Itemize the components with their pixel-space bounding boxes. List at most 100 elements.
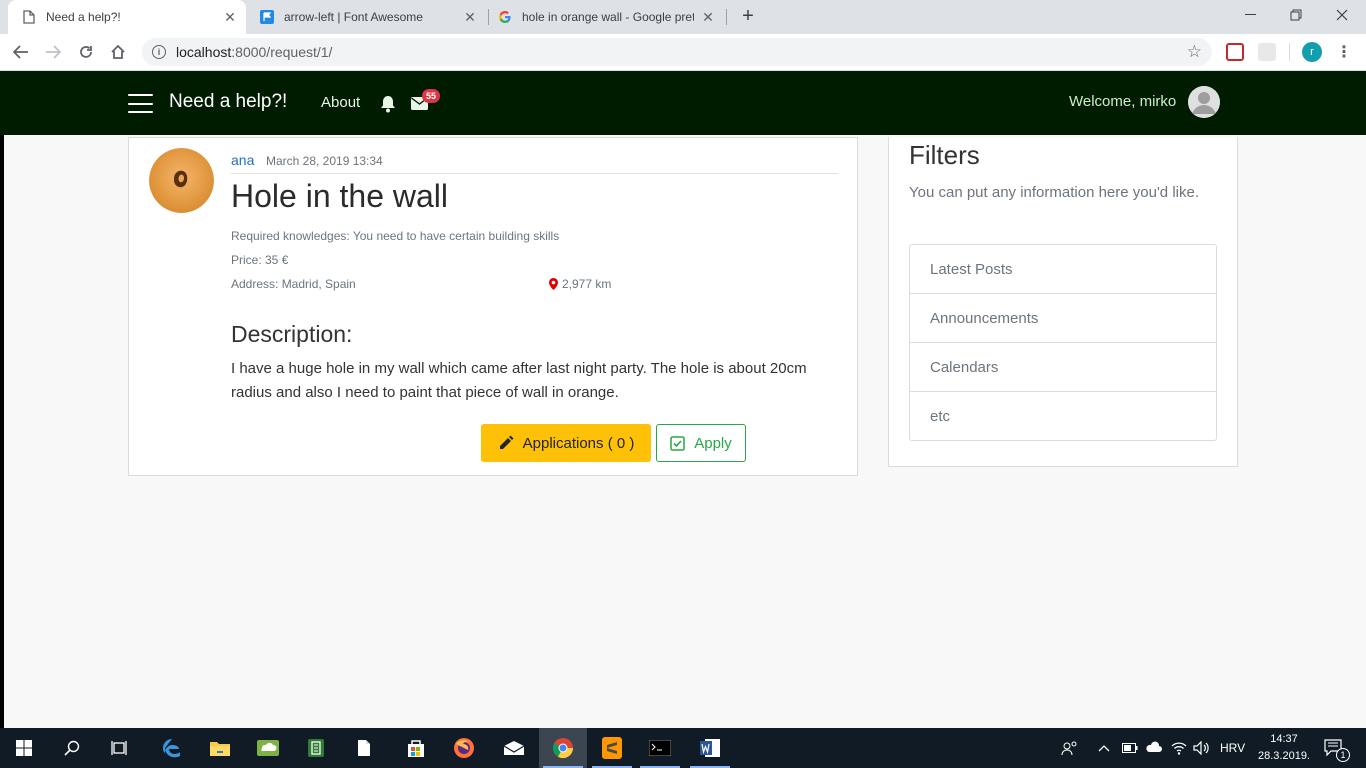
terminal-icon[interactable] <box>636 728 684 768</box>
applications-button[interactable]: Applications ( 0 ) <box>481 424 651 462</box>
action-center-icon[interactable]: 1 <box>1324 728 1350 768</box>
start-button[interactable] <box>0 728 48 768</box>
distance: 2,977 km <box>549 277 611 291</box>
sidebar-title: Filters <box>909 140 980 170</box>
page-icon <box>22 10 36 24</box>
welcome-text[interactable]: Welcome, mirko <box>1069 93 1176 110</box>
toolbar-separator <box>1289 43 1290 61</box>
edge-icon[interactable] <box>148 728 196 768</box>
bell-icon[interactable] <box>380 95 396 113</box>
extension-pocket-icon[interactable] <box>1226 43 1244 61</box>
tab-google-search[interactable]: hole in orange wall - Google pret ✕ <box>490 0 724 34</box>
google-icon <box>498 10 512 24</box>
page-content: ana March 28, 2019 13:34 Hole in the wal… <box>0 135 1366 728</box>
mail-count-badge: 55 <box>422 89 440 103</box>
browser-tab-strip: Need a help?! ✕ arrow-left | Font Awesom… <box>0 0 1366 34</box>
distance-value: 2,977 km <box>562 277 612 291</box>
window-edge <box>0 135 4 728</box>
firefox-icon[interactable] <box>440 728 488 768</box>
minimize-button[interactable] <box>1227 0 1273 30</box>
browser-menu-icon[interactable]: ⋮ <box>1336 42 1352 62</box>
home-button[interactable] <box>106 40 130 64</box>
sidebar-list: Latest Posts Announcements Calendars etc <box>909 244 1217 441</box>
mail-app-icon[interactable] <box>490 728 538 768</box>
map-marker-icon <box>549 278 558 290</box>
restore-button[interactable] <box>1273 0 1319 30</box>
notes-app-icon[interactable] <box>292 728 340 768</box>
pencil-icon <box>499 435 514 449</box>
author-link[interactable]: ana <box>231 152 254 168</box>
close-icon[interactable]: ✕ <box>222 9 238 25</box>
font-awesome-icon <box>260 10 274 24</box>
site-navbar: Need a help?! About Welcome, mirko <box>0 71 1366 135</box>
battery-icon[interactable] <box>1122 728 1138 768</box>
url-path: :8000/request/1/ <box>231 44 333 60</box>
post-title: Hole in the wall <box>231 178 448 214</box>
chrome-icon[interactable] <box>539 728 587 768</box>
close-icon[interactable]: ✕ <box>462 9 478 25</box>
user-avatar[interactable] <box>1188 86 1220 118</box>
profile-avatar[interactable]: r <box>1302 42 1322 62</box>
request-post-card: ana March 28, 2019 13:34 Hole in the wal… <box>128 137 858 476</box>
info-icon[interactable]: i <box>152 45 166 59</box>
word-icon[interactable] <box>686 728 734 768</box>
language-indicator[interactable]: HRV <box>1220 728 1245 768</box>
check-square-icon <box>670 435 685 451</box>
new-tab-button[interactable]: + <box>737 5 759 27</box>
address: Address: Madrid, Spain <box>231 277 356 291</box>
description-title: Description: <box>231 321 353 347</box>
tab-separator <box>726 9 727 25</box>
tab-title: arrow-left | Font Awesome <box>284 10 423 24</box>
site-brand[interactable]: Need a help?! <box>169 91 287 113</box>
wifi-icon[interactable] <box>1171 728 1187 768</box>
tab-title: Need a help?! <box>46 10 121 24</box>
browser-toolbar: i localhost:8000/request/1/ ☆ r ⋮ <box>0 34 1366 71</box>
apply-button[interactable]: Apply <box>656 424 746 462</box>
close-icon[interactable]: ✕ <box>700 9 716 25</box>
tab-font-awesome[interactable]: arrow-left | Font Awesome ✕ <box>250 0 486 34</box>
sidebar-item-announcements[interactable]: Announcements <box>910 294 1216 343</box>
nav-about-link[interactable]: About <box>321 94 360 111</box>
price: Price: 35 € <box>231 253 289 267</box>
extension-icon[interactable] <box>1258 43 1276 61</box>
people-icon[interactable] <box>1061 728 1079 768</box>
sidebar-item-etc[interactable]: etc <box>910 392 1216 440</box>
store-icon[interactable] <box>392 728 440 768</box>
tab-title: hole in orange wall - Google pret <box>522 10 694 24</box>
address-bar[interactable]: i localhost:8000/request/1/ ☆ <box>142 38 1212 66</box>
required-knowledges: Required knowledges: You need to have ce… <box>231 229 560 243</box>
post-date: March 28, 2019 13:34 <box>265 154 383 168</box>
tab-need-a-help[interactable]: Need a help?! ✕ <box>8 0 246 34</box>
sidebar-text: You can put any information here you'd l… <box>909 184 1199 201</box>
back-button[interactable] <box>9 40 33 64</box>
document-icon[interactable] <box>340 728 388 768</box>
applications-label: Applications ( 0 ) <box>522 434 635 452</box>
author-avatar[interactable] <box>149 148 214 213</box>
file-explorer-icon[interactable] <box>196 728 244 768</box>
bookmark-star-icon[interactable]: ☆ <box>1187 42 1202 62</box>
tab-separator <box>488 9 489 25</box>
close-window-button[interactable] <box>1319 0 1365 30</box>
hamburger-menu-icon[interactable] <box>128 94 153 113</box>
windows-taskbar: HRV 14:37 28.3.2019. 1 <box>0 728 1366 768</box>
sublime-text-icon[interactable] <box>588 728 636 768</box>
reload-button[interactable] <box>74 40 98 64</box>
clock-date: 28.3.2019. <box>1258 750 1310 762</box>
volume-icon[interactable] <box>1193 728 1211 768</box>
forward-button[interactable] <box>41 40 65 64</box>
system-clock[interactable]: 14:37 28.3.2019. <box>1254 731 1314 765</box>
task-view-icon[interactable] <box>96 728 144 768</box>
notification-count: 1 <box>1336 748 1350 762</box>
cloud-sync-icon[interactable] <box>1145 728 1163 768</box>
url-host: localhost <box>176 44 232 60</box>
cloud-app-icon[interactable] <box>244 728 292 768</box>
sidebar-item-latest-posts[interactable]: Latest Posts <box>910 245 1216 294</box>
apply-label: Apply <box>694 434 732 452</box>
description-text: I have a huge hole in my wall which came… <box>231 360 807 401</box>
chevron-up-icon[interactable] <box>1098 728 1110 768</box>
clock-time: 14:37 <box>1270 733 1298 745</box>
sidebar-item-calendars[interactable]: Calendars <box>910 343 1216 392</box>
post-meta: ana March 28, 2019 13:34 <box>231 152 838 174</box>
search-icon[interactable] <box>48 728 96 768</box>
filters-sidebar: Filters You can put any information here… <box>888 137 1238 467</box>
